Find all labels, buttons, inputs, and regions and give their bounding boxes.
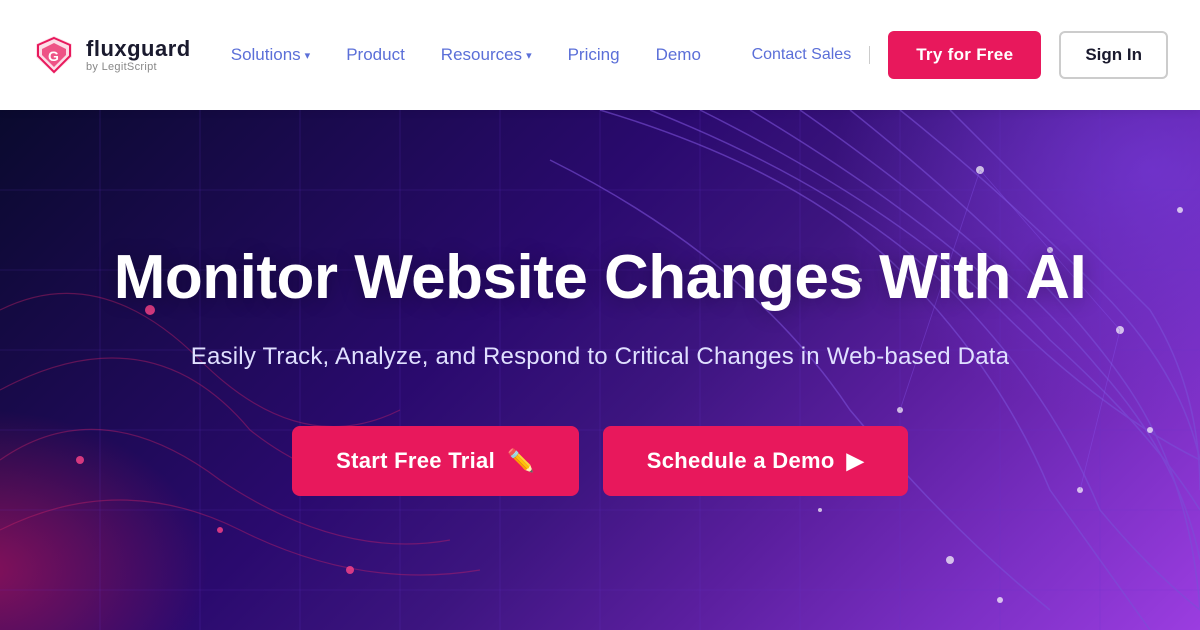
start-free-trial-button[interactable]: Start Free Trial ✏️ — [292, 426, 579, 496]
hero-buttons: Start Free Trial ✏️ Schedule a Demo ▶ — [114, 426, 1087, 496]
nav-links: Solutions ▾ Product Resources ▾ Pricing … — [231, 45, 752, 65]
nav-right: Contact Sales Try for Free Sign In — [752, 31, 1168, 79]
navbar: G fluxguard by LegitScript Solutions ▾ P… — [0, 0, 1200, 110]
contact-sales-link[interactable]: Contact Sales — [752, 46, 871, 64]
logo-text: fluxguard by LegitScript — [86, 37, 191, 73]
hero-title: Monitor Website Changes With AI — [114, 244, 1087, 312]
logo-area[interactable]: G fluxguard by LegitScript — [32, 33, 191, 77]
chevron-down-icon: ▾ — [526, 49, 532, 62]
nav-pricing[interactable]: Pricing — [568, 45, 620, 65]
try-for-free-button[interactable]: Try for Free — [888, 31, 1041, 79]
logo-sub: by LegitScript — [86, 61, 191, 73]
sign-in-button[interactable]: Sign In — [1059, 31, 1168, 79]
edit-icon: ✏️ — [507, 448, 535, 474]
hero-content: Monitor Website Changes With AI Easily T… — [74, 244, 1127, 496]
start-trial-label: Start Free Trial — [336, 448, 495, 474]
logo-shield-icon: G — [32, 33, 76, 77]
logo-name: fluxguard — [86, 37, 191, 61]
chevron-down-icon: ▾ — [305, 49, 311, 62]
schedule-demo-button[interactable]: Schedule a Demo ▶ — [603, 426, 908, 496]
hero-section: Monitor Website Changes With AI Easily T… — [0, 110, 1200, 630]
schedule-demo-label: Schedule a Demo — [647, 448, 835, 474]
play-icon: ▶ — [847, 448, 864, 474]
hero-subtitle: Easily Track, Analyze, and Respond to Cr… — [114, 340, 1087, 374]
nav-resources[interactable]: Resources ▾ — [441, 45, 532, 65]
nav-product[interactable]: Product — [346, 45, 405, 65]
nav-demo[interactable]: Demo — [656, 45, 701, 65]
svg-text:G: G — [48, 48, 59, 64]
nav-solutions[interactable]: Solutions ▾ — [231, 45, 310, 65]
